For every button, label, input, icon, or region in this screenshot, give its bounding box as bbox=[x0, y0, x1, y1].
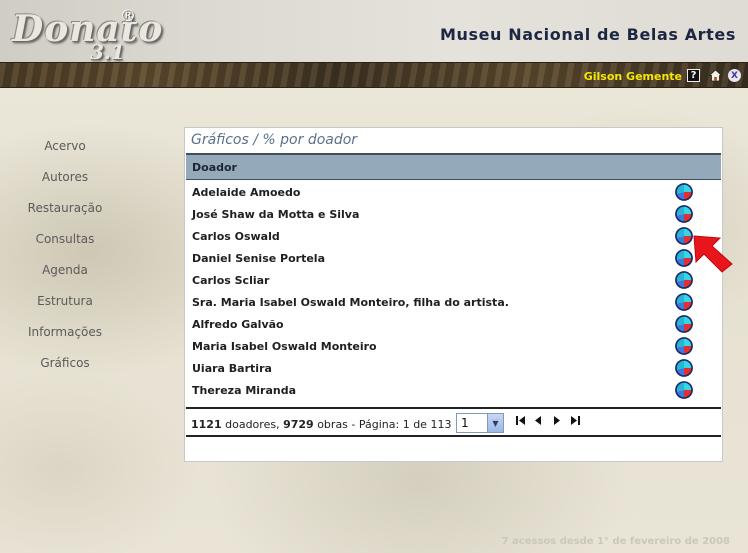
sidebar-item-acervo[interactable]: Acervo bbox=[0, 137, 130, 168]
donor-name: Sra. Maria Isabel Oswald Monteiro, filha… bbox=[192, 296, 509, 309]
top-bar: Gilson Gemente ? X bbox=[0, 62, 748, 88]
access-counter: 7 acessos desde 1° de fevereiro de 2008 bbox=[501, 536, 730, 547]
user-name[interactable]: Gilson Gemente bbox=[584, 70, 682, 83]
donor-name: Thereza Miranda bbox=[192, 384, 297, 397]
logo-word: Donato bbox=[12, 8, 164, 50]
home-icon[interactable] bbox=[709, 69, 722, 82]
last-page-icon[interactable] bbox=[570, 416, 580, 428]
prev-page-icon[interactable] bbox=[535, 416, 542, 428]
page-select-value: 1 bbox=[461, 416, 469, 430]
donors-count: 1121 bbox=[191, 418, 222, 431]
table-row: Alfredo Galvão bbox=[186, 313, 721, 335]
sidebar-item-consultas[interactable]: Consultas bbox=[0, 230, 130, 261]
footer-divider-top bbox=[186, 407, 721, 409]
donor-name: Adelaide Amoedo bbox=[192, 186, 301, 199]
works-count: 9729 bbox=[283, 418, 314, 431]
table-row: Thereza Miranda bbox=[186, 379, 721, 401]
logo-registered-mark: ® bbox=[120, 6, 136, 25]
page-title: Gráficos / % por doador bbox=[191, 132, 358, 148]
table-row: José Shaw da Motta e Silva bbox=[186, 203, 721, 225]
donors-label: doadores, bbox=[225, 418, 280, 431]
column-header-doador[interactable]: Doador bbox=[192, 161, 237, 174]
sidebar-item-graficos[interactable]: Gráficos bbox=[0, 354, 130, 385]
pie-chart-icon[interactable] bbox=[675, 205, 693, 223]
works-label: obras - Página: 1 de 113 bbox=[317, 418, 452, 431]
sidebar-item-autores[interactable]: Autores bbox=[0, 168, 130, 199]
pie-chart-icon[interactable] bbox=[675, 381, 693, 399]
sidebar-item-restauracao[interactable]: Restauração bbox=[0, 199, 130, 230]
app-header: Donato ® 3.1 Museu Nacional de Belas Art… bbox=[0, 0, 748, 64]
donor-name: Carlos Scliar bbox=[192, 274, 270, 287]
table-row: Carlos Oswald bbox=[186, 225, 721, 247]
table-row: Adelaide Amoedo bbox=[186, 181, 721, 203]
sidebar-nav: Acervo Autores Restauração Consultas Age… bbox=[0, 137, 130, 385]
logo-version: 3.1 bbox=[90, 40, 125, 64]
next-page-icon[interactable] bbox=[553, 416, 560, 428]
pie-chart-icon[interactable] bbox=[675, 293, 693, 311]
donor-name: Maria Isabel Oswald Monteiro bbox=[192, 340, 377, 353]
pie-chart-icon[interactable] bbox=[675, 359, 693, 377]
table-row: Carlos Scliar bbox=[186, 269, 721, 291]
chevron-down-icon[interactable]: ▼ bbox=[487, 414, 503, 432]
pagination-summary: 1121 doadores, 9729 obras - Página: 1 de… bbox=[191, 418, 451, 431]
pointer-arrow-icon bbox=[693, 235, 733, 273]
donor-chart-panel: Gráficos / % por doador Doador Adelaide … bbox=[184, 127, 723, 462]
first-page-icon[interactable] bbox=[516, 416, 526, 428]
sidebar-item-agenda[interactable]: Agenda bbox=[0, 261, 130, 292]
table-row: Daniel Senise Portela bbox=[186, 247, 721, 269]
pagination-footer: 1121 doadores, 9729 obras - Página: 1 de… bbox=[191, 413, 716, 435]
donor-name: Carlos Oswald bbox=[192, 230, 280, 243]
pie-chart-icon[interactable] bbox=[675, 337, 693, 355]
pie-chart-icon[interactable] bbox=[675, 315, 693, 333]
footer-divider-bottom bbox=[186, 435, 721, 437]
sidebar-item-informacoes[interactable]: Informações bbox=[0, 323, 130, 354]
museum-title: Museu Nacional de Belas Artes bbox=[439, 25, 736, 44]
page-select[interactable]: 1 ▼ bbox=[456, 413, 504, 433]
donor-list: Adelaide Amoedo José Shaw da Motta e Silv… bbox=[186, 181, 721, 401]
table-row: Uiara Bartira bbox=[186, 357, 721, 379]
table-header: Doador bbox=[186, 153, 721, 180]
donor-name: Daniel Senise Portela bbox=[192, 252, 325, 265]
sidebar-item-estrutura[interactable]: Estrutura bbox=[0, 292, 130, 323]
help-icon[interactable]: ? bbox=[687, 69, 700, 82]
pie-chart-icon[interactable] bbox=[675, 183, 693, 201]
app-logo: Donato ® 3.1 bbox=[8, 4, 162, 64]
donor-name: Alfredo Galvão bbox=[192, 318, 284, 331]
donor-name: José Shaw da Motta e Silva bbox=[192, 208, 360, 221]
donor-name: Uiara Bartira bbox=[192, 362, 272, 375]
exit-icon[interactable]: X bbox=[728, 69, 741, 82]
table-row: Maria Isabel Oswald Monteiro bbox=[186, 335, 721, 357]
table-row: Sra. Maria Isabel Oswald Monteiro, filha… bbox=[186, 291, 721, 313]
